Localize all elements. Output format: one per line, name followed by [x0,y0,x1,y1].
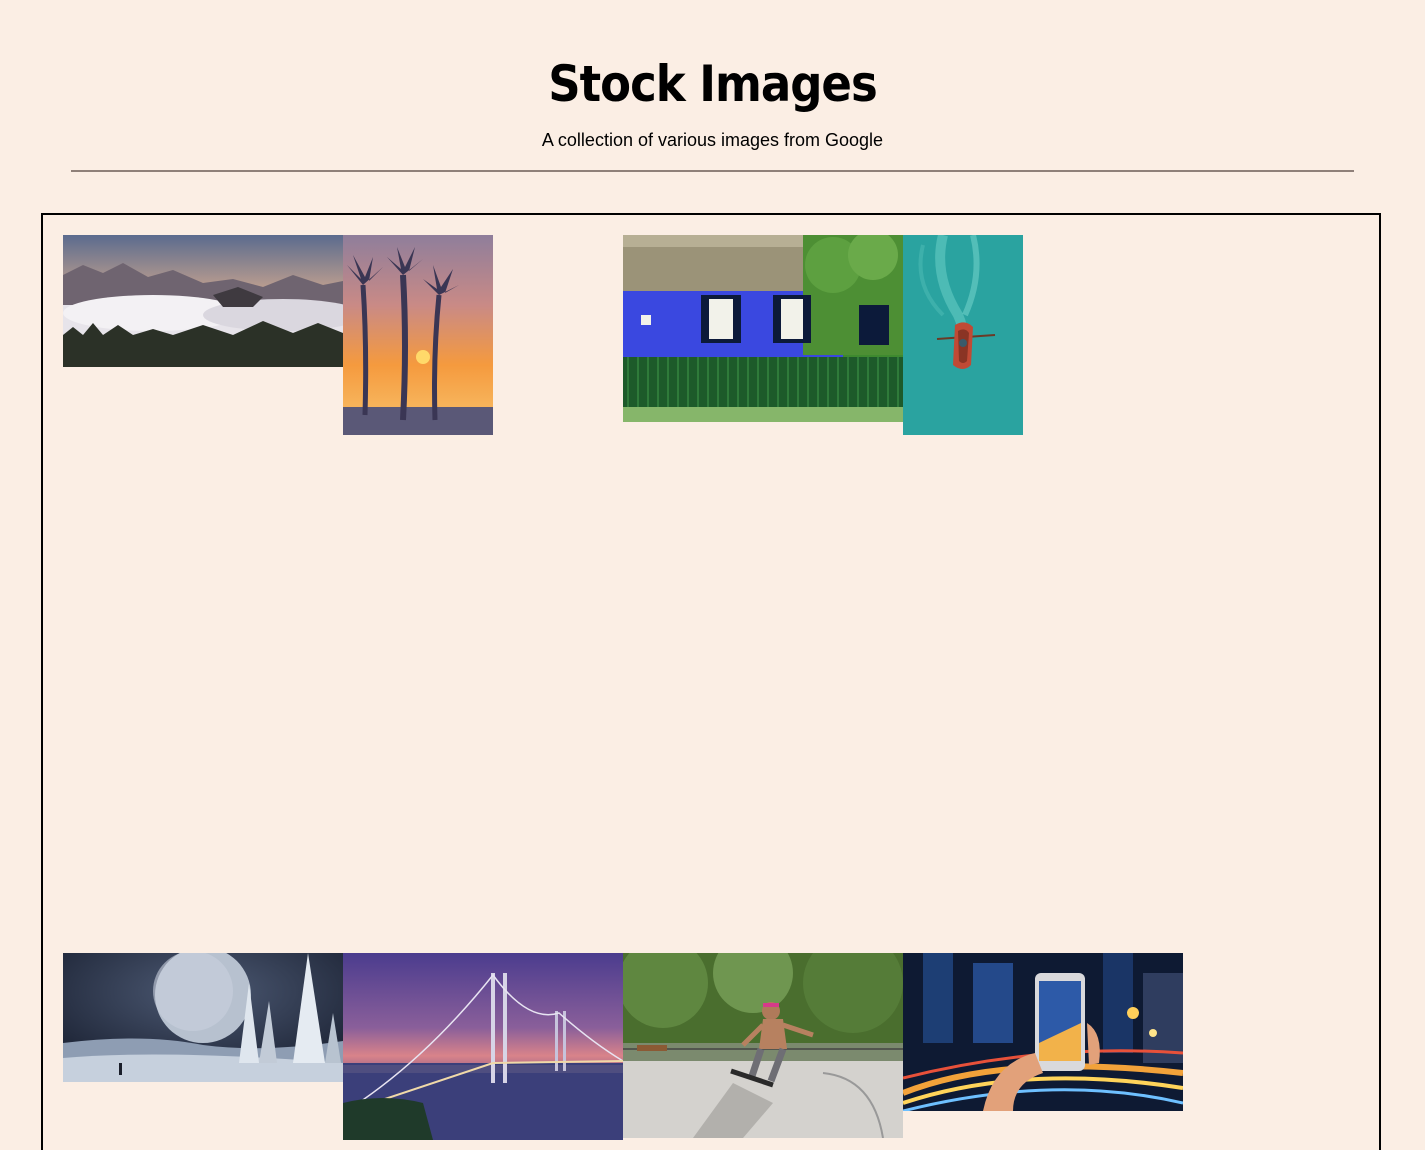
image-phone-city-lights[interactable] [903,953,1183,1111]
moon-fantasy-picture [63,953,343,1082]
image-red-boat[interactable] [903,235,1023,435]
image-suspension-bridge[interactable] [343,953,623,1140]
image-blue-cottage[interactable] [623,235,903,422]
image-skateboarder[interactable] [623,953,903,1138]
header-divider [71,170,1354,172]
palm-sunset-picture [343,235,493,435]
phone-city-lights-picture [903,953,1183,1111]
blue-cottage-picture [623,235,903,422]
page: Stock Images A collection of various ima… [0,0,1425,1150]
page-title: Stock Images [548,55,877,113]
page-subtitle: A collection of various images from Goog… [541,130,884,150]
image-palm-sunset[interactable] [343,235,493,435]
image-moon-fantasy[interactable] [63,953,343,1082]
suspension-bridge-picture [343,953,623,1140]
red-boat-picture [903,235,1023,435]
misty-mountains-picture [63,235,343,367]
image-misty-mountains[interactable] [63,235,343,367]
skateboarder-picture [623,953,903,1138]
